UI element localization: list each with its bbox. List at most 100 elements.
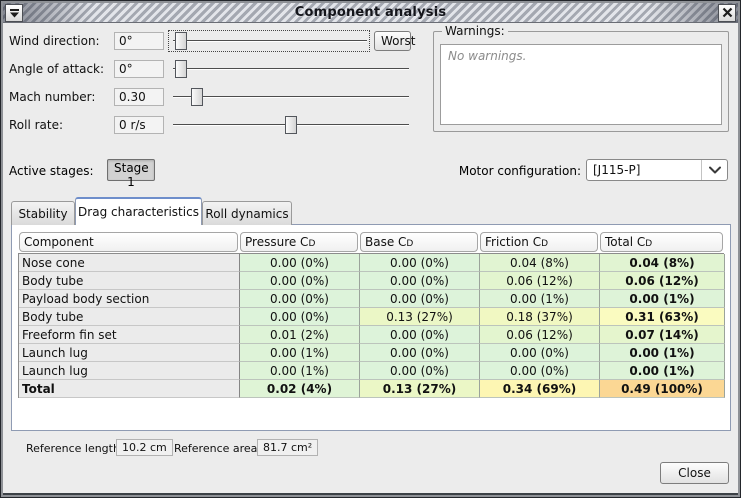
wind-direction-field[interactable] bbox=[114, 32, 164, 50]
wind-direction-slider[interactable] bbox=[173, 31, 367, 51]
chevron-down-icon bbox=[701, 160, 727, 180]
motor-configuration-select[interactable]: [J115-P] bbox=[586, 159, 728, 181]
value-cell: 0.00 (0%) bbox=[240, 290, 360, 308]
motor-configuration-value: [J115-P] bbox=[587, 163, 701, 177]
value-cell: 0.00 (1%) bbox=[240, 344, 360, 362]
value-cell: 0.04 (8%) bbox=[600, 254, 725, 272]
value-cell: 0.00 (0%) bbox=[360, 254, 480, 272]
roll-rate-label: Roll rate: bbox=[9, 118, 63, 132]
value-cell: 0.00 (1%) bbox=[600, 362, 725, 380]
value-cell: 0.00 (0%) bbox=[480, 344, 600, 362]
mach-number-slider[interactable] bbox=[173, 87, 409, 107]
reference-length-value: 10.2 cm bbox=[116, 439, 173, 456]
component-cell: Body tube bbox=[19, 308, 240, 326]
warnings-empty-text: No warnings. bbox=[448, 49, 526, 63]
angle-of-attack-label: Angle of attack: bbox=[9, 62, 104, 76]
drag-table-body: Nose cone 0.00 (0%) 0.00 (0%) 0.04 (8%) … bbox=[18, 253, 724, 398]
value-cell: 0.49 (100%) bbox=[600, 380, 725, 398]
value-cell: 0.01 (2%) bbox=[240, 326, 360, 344]
component-cell: Launch lug bbox=[19, 344, 240, 362]
angle-of-attack-slider[interactable] bbox=[173, 59, 409, 79]
value-cell: 0.00 (0%) bbox=[360, 272, 480, 290]
close-window-button[interactable] bbox=[718, 4, 736, 22]
value-cell: 0.18 (37%) bbox=[480, 308, 600, 326]
stage-1-toggle-button[interactable]: Stage 1 bbox=[107, 159, 155, 181]
table-row: Payload body section 0.00 (0%) 0.00 (0%)… bbox=[19, 290, 724, 308]
tab-drag-characteristics[interactable]: Drag characteristics bbox=[75, 197, 202, 225]
slider-thumb[interactable] bbox=[191, 88, 203, 106]
value-cell: 0.00 (1%) bbox=[240, 362, 360, 380]
component-cell: Launch lug bbox=[19, 362, 240, 380]
value-cell: 0.00 (1%) bbox=[480, 290, 600, 308]
angle-of-attack-field[interactable] bbox=[114, 60, 164, 78]
mach-number-field[interactable] bbox=[114, 88, 164, 106]
value-cell: 0.00 (1%) bbox=[600, 290, 725, 308]
slider-track bbox=[173, 68, 409, 70]
reference-length-label: Reference length: bbox=[26, 442, 124, 455]
column-header-total-cd[interactable]: Total CD bbox=[600, 232, 723, 252]
value-cell: 0.02 (4%) bbox=[240, 380, 360, 398]
value-cell: 0.00 (0%) bbox=[480, 362, 600, 380]
slider-thumb[interactable] bbox=[175, 60, 187, 78]
warnings-group-title: Warnings: bbox=[442, 24, 508, 38]
reference-area-label: Reference area: bbox=[174, 442, 261, 455]
column-header-friction-cd[interactable]: Friction CD bbox=[480, 232, 598, 252]
component-cell: Nose cone bbox=[19, 254, 240, 272]
value-cell: 0.04 (8%) bbox=[480, 254, 600, 272]
value-cell: 0.00 (1%) bbox=[600, 344, 725, 362]
table-row: Body tube 0.00 (0%) 0.13 (27%) 0.18 (37%… bbox=[19, 308, 724, 326]
value-cell: 0.06 (12%) bbox=[600, 272, 725, 290]
drag-table: Component Pressure CD Base CD Friction C… bbox=[18, 231, 724, 398]
component-cell: Body tube bbox=[19, 272, 240, 290]
slider-track bbox=[173, 96, 409, 98]
column-header-pressure-cd[interactable]: Pressure CD bbox=[240, 232, 358, 252]
slider-thumb[interactable] bbox=[175, 32, 187, 50]
value-cell: 0.00 (0%) bbox=[360, 344, 480, 362]
value-cell: 0.34 (69%) bbox=[480, 380, 600, 398]
value-cell: 0.00 (0%) bbox=[360, 326, 480, 344]
value-cell: 0.06 (12%) bbox=[480, 326, 600, 344]
close-button[interactable]: Close bbox=[660, 462, 729, 484]
component-cell: Freeform fin set bbox=[19, 326, 240, 344]
value-cell: 0.00 (0%) bbox=[240, 254, 360, 272]
reference-area-value: 81.7 cm² bbox=[257, 439, 318, 456]
drag-characteristics-panel: Component Pressure CD Base CD Friction C… bbox=[11, 224, 731, 431]
worst-button[interactable]: Worst bbox=[374, 31, 411, 51]
value-cell: 0.31 (63%) bbox=[600, 308, 725, 326]
warnings-list: No warnings. bbox=[440, 44, 722, 125]
table-row: Launch lug 0.00 (1%) 0.00 (0%) 0.00 (0%)… bbox=[19, 344, 724, 362]
table-row: Freeform fin set 0.01 (2%) 0.00 (0%) 0.0… bbox=[19, 326, 724, 344]
value-cell: 0.00 (0%) bbox=[360, 290, 480, 308]
component-cell: Total bbox=[19, 380, 240, 398]
motor-configuration-label: Motor configuration: bbox=[456, 164, 581, 178]
drag-table-header: Component Pressure CD Base CD Friction C… bbox=[18, 231, 724, 253]
wind-direction-label: Wind direction: bbox=[9, 34, 100, 48]
component-cell: Payload body section bbox=[19, 290, 240, 308]
slider-track bbox=[173, 40, 367, 42]
warnings-group: Warnings: No warnings. bbox=[433, 31, 729, 132]
value-cell: 0.06 (12%) bbox=[480, 272, 600, 290]
table-row: Launch lug 0.00 (1%) 0.00 (0%) 0.00 (0%)… bbox=[19, 362, 724, 380]
table-row: Nose cone 0.00 (0%) 0.00 (0%) 0.04 (8%) … bbox=[19, 254, 724, 272]
mach-number-label: Mach number: bbox=[9, 90, 95, 104]
roll-rate-field[interactable] bbox=[114, 116, 164, 134]
active-stages-label: Active stages: bbox=[9, 164, 94, 178]
value-cell: 0.13 (27%) bbox=[360, 380, 480, 398]
tab-stability[interactable]: Stability bbox=[11, 201, 75, 225]
value-cell: 0.07 (14%) bbox=[600, 326, 725, 344]
tab-roll-dynamics[interactable]: Roll dynamics bbox=[202, 201, 292, 225]
column-header-component[interactable]: Component bbox=[19, 232, 238, 252]
title-bar[interactable]: Component analysis bbox=[3, 3, 738, 23]
column-header-base-cd[interactable]: Base CD bbox=[360, 232, 478, 252]
table-row: Body tube 0.00 (0%) 0.00 (0%) 0.06 (12%)… bbox=[19, 272, 724, 290]
value-cell: 0.00 (0%) bbox=[360, 362, 480, 380]
table-row-total: Total 0.02 (4%) 0.13 (27%) 0.34 (69%) 0.… bbox=[19, 380, 724, 398]
close-icon bbox=[722, 6, 733, 21]
value-cell: 0.13 (27%) bbox=[360, 308, 480, 326]
window-title: Component analysis bbox=[3, 5, 738, 20]
value-cell: 0.00 (0%) bbox=[240, 308, 360, 326]
slider-thumb[interactable] bbox=[285, 116, 297, 134]
roll-rate-slider[interactable] bbox=[173, 115, 409, 135]
component-analysis-dialog: Component analysis Wind direction: Worst… bbox=[0, 0, 741, 498]
value-cell: 0.00 (0%) bbox=[240, 272, 360, 290]
